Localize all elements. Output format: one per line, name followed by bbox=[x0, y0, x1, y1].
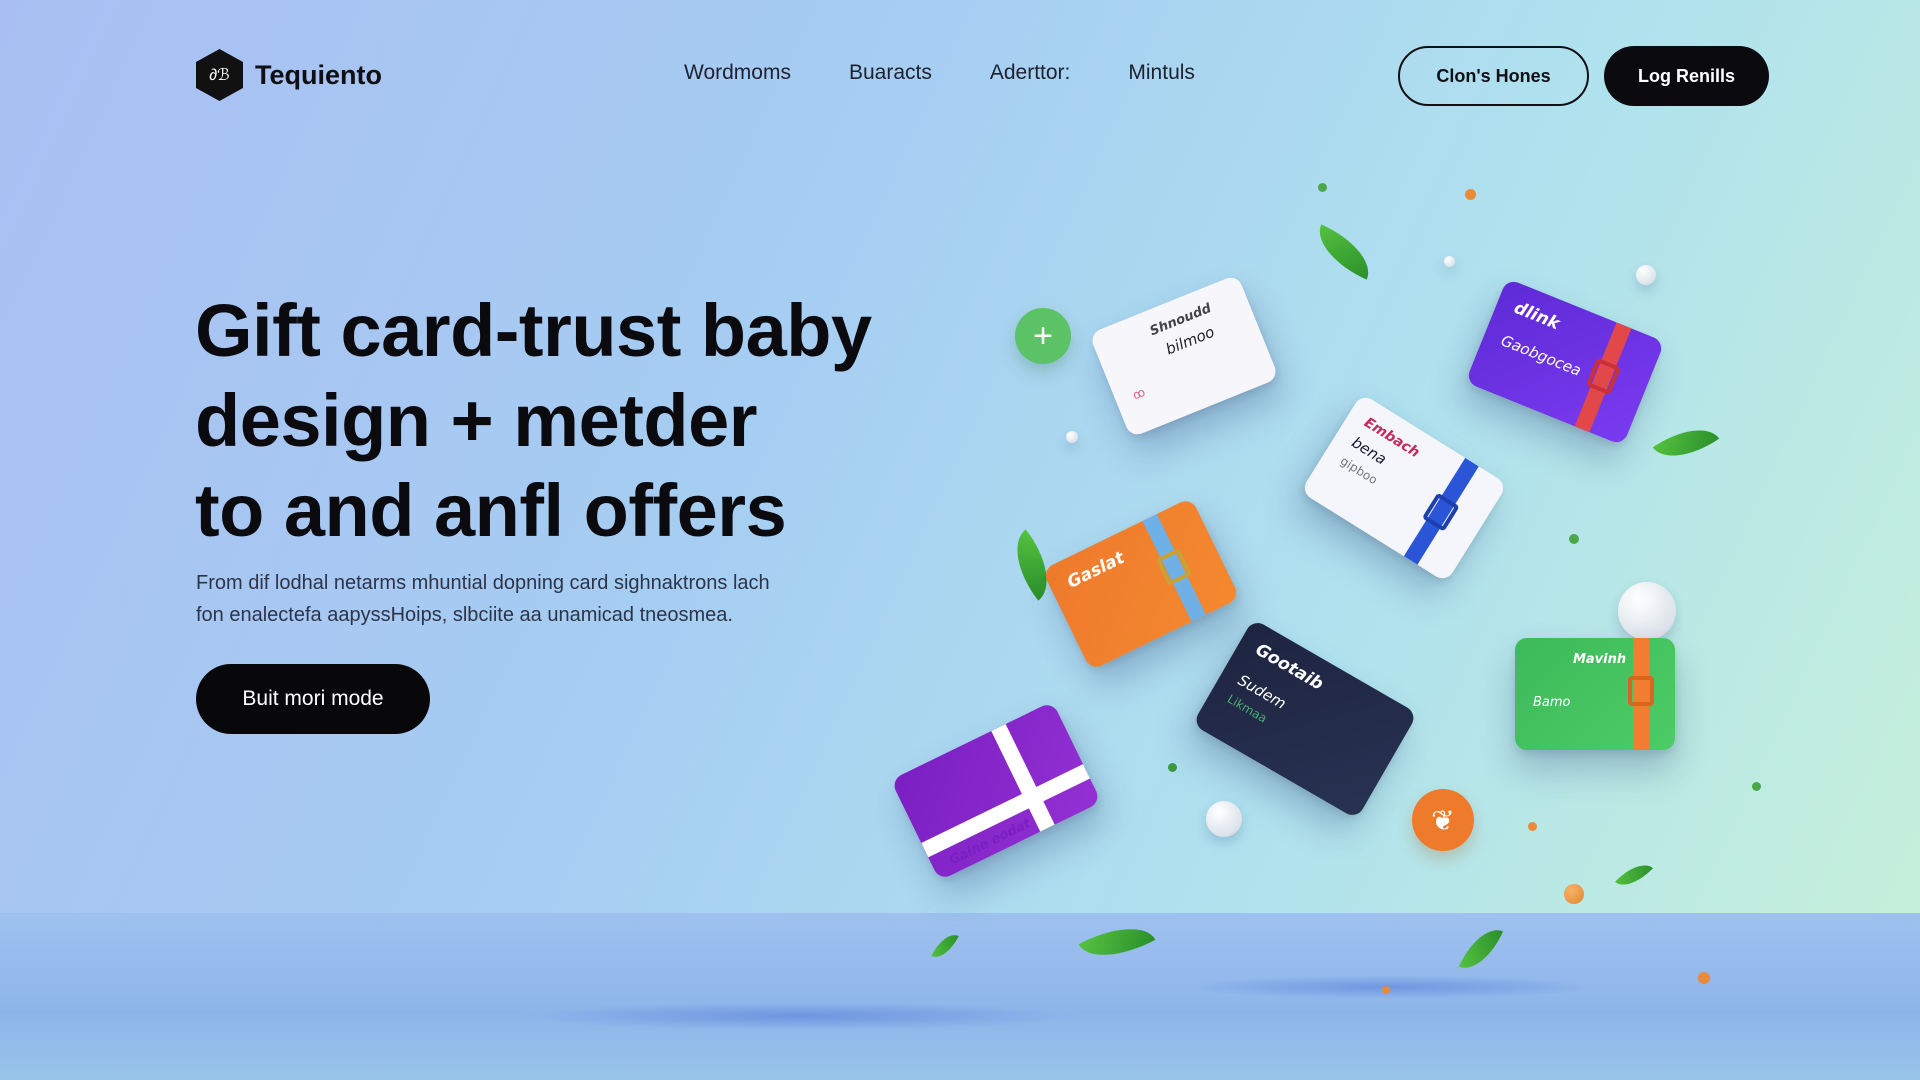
hero-title-line: Gift card-trust baby bbox=[195, 289, 872, 372]
gift-card-green: Mavinh Bamo bbox=[1515, 638, 1675, 750]
decor-dot bbox=[1752, 782, 1761, 791]
brand[interactable]: ∂ℬ Tequiento bbox=[196, 49, 382, 101]
decor-ball bbox=[1206, 801, 1242, 837]
hero-title: Gift card-trust baby design + metder to … bbox=[195, 286, 955, 556]
floor-shadow bbox=[1180, 975, 1600, 999]
decor-ball bbox=[1066, 431, 1078, 443]
gift-card-white: Shnoudd bilmoo ꝏ bbox=[1088, 274, 1280, 438]
decor-dot bbox=[1318, 183, 1327, 192]
card-buckle bbox=[1628, 676, 1654, 706]
decor-leaf bbox=[1615, 855, 1653, 895]
gift-card-white: Embach bena gipboo bbox=[1300, 393, 1508, 583]
floor-band bbox=[0, 913, 1920, 1080]
nav-item[interactable]: Mintuls bbox=[1128, 61, 1195, 85]
brand-name: Tequiento bbox=[255, 59, 382, 90]
gift-badge: ❦ bbox=[1412, 789, 1474, 851]
nav-item[interactable]: Wordmoms bbox=[684, 61, 791, 85]
decor-dot bbox=[1569, 534, 1579, 544]
decor-dot bbox=[1528, 822, 1537, 831]
gift-card-orange: Gaslat bbox=[1041, 497, 1241, 671]
card-label: ꝏ bbox=[1130, 384, 1148, 403]
gift-icon: ❦ bbox=[1431, 804, 1455, 836]
decor-dot bbox=[1168, 763, 1177, 772]
decor-dot bbox=[1564, 884, 1584, 904]
floor-shadow bbox=[520, 1002, 1080, 1030]
plus-badge: + bbox=[1015, 308, 1071, 364]
hero-subtitle-line: From dif lodhal netarms mhuntial dopning… bbox=[196, 572, 770, 594]
nav-item[interactable]: Aderttor: bbox=[990, 61, 1071, 85]
nav-item[interactable]: Buaracts bbox=[849, 61, 932, 85]
hero-title-line: design + metder bbox=[195, 379, 758, 462]
secondary-header-button[interactable]: Clon's Hones bbox=[1398, 46, 1589, 106]
hero-cta-button[interactable]: Buit mori mode bbox=[196, 664, 430, 734]
site-header: ∂ℬ Tequiento Wordmoms Buaracts Aderttor:… bbox=[0, 0, 1920, 150]
login-button[interactable]: Log Renills bbox=[1604, 46, 1769, 106]
decor-dot bbox=[1698, 972, 1710, 984]
plus-icon: + bbox=[1033, 316, 1053, 355]
hero-subtitle-line: fon enalectefa aapyssHoips, slbciite aa … bbox=[196, 604, 733, 626]
decor-ball bbox=[1618, 582, 1676, 640]
gift-card-purple: dlink Gaobgocea bbox=[1465, 278, 1665, 446]
gift-card-navy: Gootaib Sudem Likmaa bbox=[1192, 618, 1418, 820]
main-nav: Wordmoms Buaracts Aderttor: Mintuls bbox=[684, 61, 1195, 85]
brand-logo-icon: ∂ℬ bbox=[196, 49, 243, 101]
hero-subtitle: From dif lodhal netarms mhuntial dopning… bbox=[196, 567, 836, 631]
decor-dot bbox=[1382, 986, 1390, 994]
decor-leaf bbox=[1652, 413, 1720, 473]
brand-logo-glyph: ∂ℬ bbox=[209, 67, 230, 84]
decor-ball bbox=[1636, 265, 1656, 285]
decor-leaf bbox=[1308, 224, 1380, 280]
hero-title-line: to and anfl offers bbox=[195, 469, 787, 552]
decor-dot bbox=[1465, 189, 1476, 200]
decor-ball bbox=[1444, 256, 1455, 267]
gift-card-violet: Gaine eodat bbox=[890, 701, 1102, 881]
